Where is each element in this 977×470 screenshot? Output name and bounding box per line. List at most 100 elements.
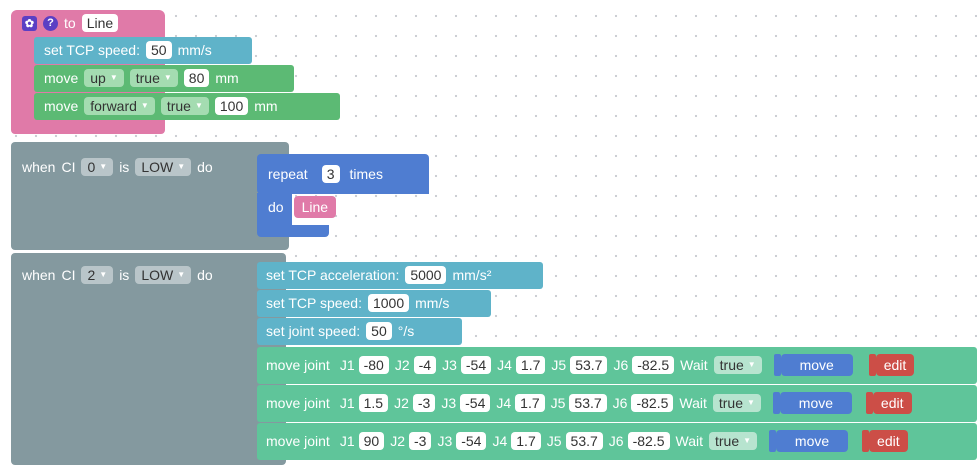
level-value: LOW [141, 267, 174, 283]
move-joint-label: move joint [266, 433, 330, 449]
relative-dropdown[interactable]: true ▼ [129, 69, 178, 87]
j6-field[interactable]: -82.5 [632, 356, 675, 374]
when-label: when [22, 159, 56, 175]
distance-unit: mm [215, 70, 239, 86]
j6-label: J6 [613, 357, 629, 373]
edit-button[interactable]: edit [872, 392, 912, 414]
j1-field[interactable]: -80 [358, 356, 389, 374]
chevron-down-icon: ▼ [99, 162, 108, 171]
j5-field[interactable]: 53.7 [570, 356, 608, 374]
set-joint-speed-row: set joint speed: 50 °/s [266, 320, 414, 342]
tcp-speed-unit: mm/s [177, 42, 212, 58]
tcp-acceleration-unit: mm/s² [452, 267, 492, 283]
wait-value: true [719, 357, 744, 373]
j2-field[interactable]: -3 [412, 394, 436, 412]
move-joint-label: move joint [266, 395, 330, 411]
edit-button[interactable]: edit [869, 430, 908, 452]
j4-label: J4 [496, 395, 512, 411]
chevron-down-icon: ▼ [177, 270, 186, 279]
chevron-down-icon: ▼ [140, 101, 149, 110]
pin-dropdown[interactable]: 2 ▼ [81, 266, 114, 284]
event-header-ci0: when CI 0 ▼ is LOW ▼ do [22, 156, 213, 178]
move-button[interactable]: move [780, 354, 853, 376]
tcp-speed-field[interactable]: 50 [145, 41, 172, 59]
is-label: is [119, 159, 130, 175]
j2-field[interactable]: -4 [413, 356, 437, 374]
j4-field[interactable]: 1.7 [515, 356, 546, 374]
wait-dropdown[interactable]: true ▼ [713, 356, 762, 374]
j2-label: J2 [394, 357, 410, 373]
chevron-down-icon: ▼ [99, 270, 108, 279]
chevron-down-icon: ▼ [743, 436, 752, 445]
chevron-down-icon: ▼ [177, 162, 186, 171]
j3-field[interactable]: -54 [460, 394, 491, 412]
wait-label: Wait [679, 395, 707, 411]
j2-label: J2 [394, 395, 409, 411]
j3-label: J3 [442, 357, 457, 373]
tcp-speed-field[interactable]: 1000 [367, 294, 410, 312]
move-label: move [44, 70, 79, 86]
joint-speed-field[interactable]: 50 [366, 322, 392, 340]
repeat-do-label: do [268, 199, 284, 215]
direction-value: forward [90, 98, 137, 114]
when-label: when [22, 267, 56, 283]
j1-field[interactable]: 1.5 [358, 394, 389, 412]
tcp-speed-unit: mm/s [415, 295, 450, 311]
wait-dropdown[interactable]: true ▼ [712, 394, 761, 412]
level-dropdown[interactable]: LOW ▼ [135, 158, 192, 176]
chevron-down-icon: ▼ [194, 101, 203, 110]
level-dropdown[interactable]: LOW ▼ [135, 266, 192, 284]
wait-label: Wait [675, 433, 703, 449]
move-button[interactable]: move [779, 392, 852, 414]
j1-label: J1 [339, 395, 355, 411]
j6-field[interactable]: -82.5 [627, 432, 670, 450]
set-tcp-speed-label: set TCP speed: [44, 42, 140, 58]
pin-value: 2 [87, 267, 96, 283]
move-connector [769, 430, 777, 452]
j1-field[interactable]: 90 [358, 432, 385, 450]
j4-field[interactable]: 1.7 [515, 394, 545, 412]
direction-dropdown[interactable]: forward ▼ [84, 97, 155, 115]
j6-field[interactable]: -82.5 [631, 394, 674, 412]
j5-field[interactable]: 53.7 [565, 432, 603, 450]
set-tcp-speed-row-2: set TCP speed: 1000 mm/s [266, 292, 449, 314]
wait-dropdown[interactable]: true ▼ [708, 432, 758, 450]
do-label: do [197, 267, 213, 283]
chevron-down-icon: ▼ [747, 360, 756, 369]
j2-field[interactable]: -3 [408, 432, 432, 450]
move-button[interactable]: move [776, 430, 849, 452]
call-line-block[interactable]: Line [293, 196, 337, 218]
direction-dropdown[interactable]: up ▼ [84, 69, 124, 87]
move-forward-row: move forward ▼ true ▼ 100 mm [44, 95, 278, 117]
ci-label: CI [61, 159, 76, 175]
distance-unit: mm [254, 98, 278, 114]
edit-button[interactable]: edit [875, 354, 915, 376]
gear-icon[interactable]: ✿ [22, 15, 37, 31]
chevron-down-icon: ▼ [747, 398, 755, 407]
distance-field[interactable]: 100 [214, 97, 249, 115]
joint-speed-unit: °/s [397, 323, 415, 339]
j1-label: J1 [339, 357, 355, 373]
distance-field[interactable]: 80 [183, 69, 210, 87]
move-joint-row-1: move joint J1 -80 J2 -4 J3 -54 J4 1.7 J5… [266, 354, 915, 376]
edit-connector [868, 354, 876, 376]
j5-label: J5 [551, 357, 567, 373]
j5-field[interactable]: 53.7 [569, 394, 607, 412]
j4-field[interactable]: 1.7 [511, 432, 541, 450]
procedure-name-field[interactable]: Line [81, 14, 119, 32]
relative-dropdown[interactable]: true ▼ [160, 97, 209, 115]
repeat-count-field[interactable]: 3 [321, 165, 340, 183]
j6-label: J6 [612, 395, 628, 411]
move-connector [772, 392, 780, 414]
pin-dropdown[interactable]: 0 ▼ [81, 158, 114, 176]
help-icon[interactable]: ? [43, 15, 58, 31]
move-label: move [44, 98, 79, 114]
relative-value: true [135, 70, 160, 86]
tcp-acceleration-field[interactable]: 5000 [405, 266, 447, 284]
move-connector [773, 354, 781, 376]
wait-label: Wait [680, 357, 708, 373]
j3-field[interactable]: -54 [456, 432, 487, 450]
j3-field[interactable]: -54 [460, 356, 492, 374]
j3-label: J3 [437, 433, 453, 449]
do-label: do [197, 159, 213, 175]
